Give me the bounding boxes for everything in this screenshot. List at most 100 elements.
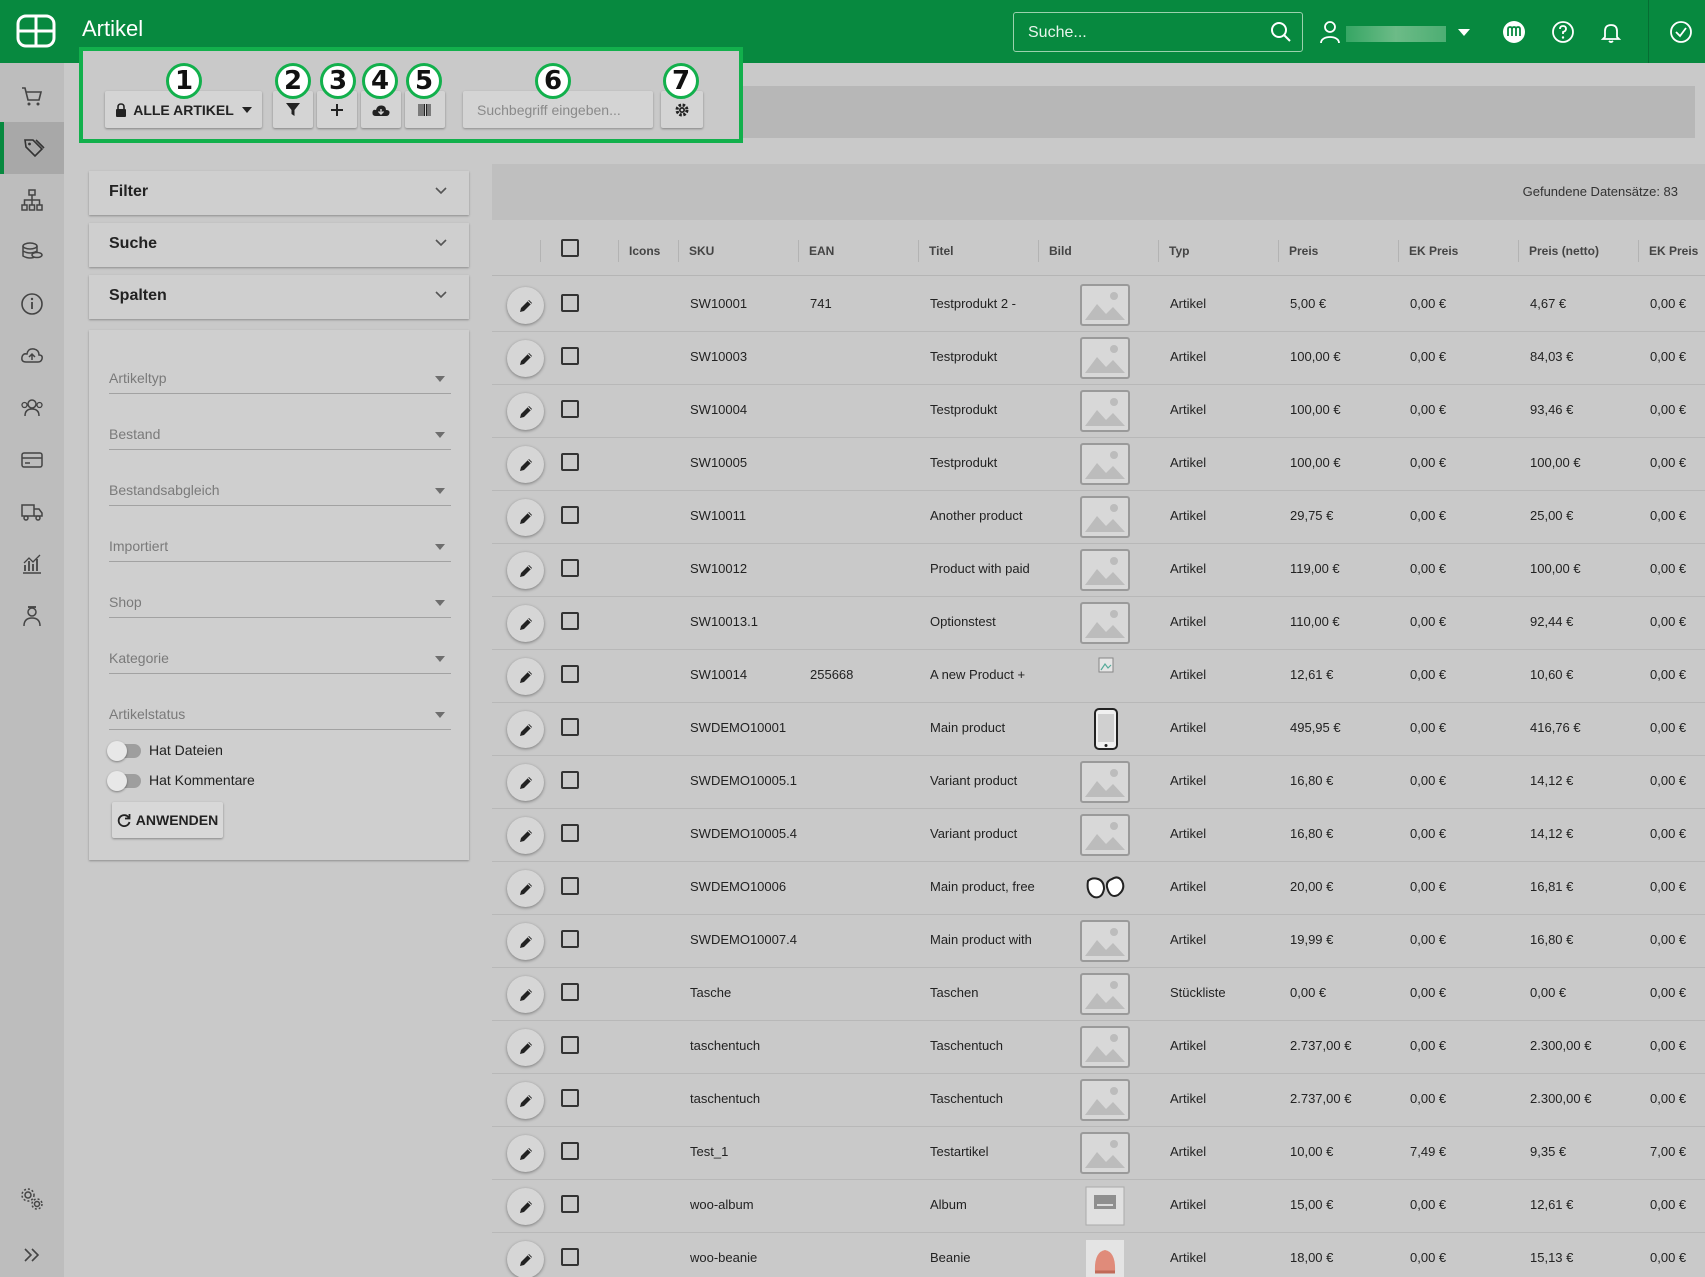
table-row[interactable]: SW10014 255668 A new Product + Artikel 12,61… [492,650,1705,703]
column-header-purchase-price-2[interactable]: EK Preis [1638,240,1705,262]
row-select-checkbox[interactable] [561,718,579,736]
filter-category-select[interactable]: Kategorie [109,644,451,674]
global-search[interactable] [1013,12,1303,52]
column-header-icons[interactable]: Icons [618,240,678,262]
nav-statistics[interactable] [0,538,64,590]
edit-row-button[interactable] [507,393,544,430]
nav-users[interactable] [0,590,64,642]
product-image-thumbnail[interactable] [1080,549,1130,591]
edit-row-button[interactable] [507,1241,544,1277]
column-header-image[interactable]: Bild [1038,240,1158,262]
row-select-checkbox[interactable] [561,1248,579,1266]
product-image-thumbnail[interactable] [1080,814,1130,856]
product-image-thumbnail[interactable] [1080,337,1130,379]
nav-orders[interactable] [0,70,64,122]
product-image-thumbnail[interactable] [1080,973,1130,1015]
row-select-checkbox[interactable] [561,400,579,418]
filter-status-select[interactable]: Artikelstatus [109,700,451,730]
marketplace-icon[interactable] [1502,20,1526,44]
has-files-toggle[interactable] [107,741,141,761]
column-header-title[interactable]: Titel [918,240,1038,262]
table-row[interactable]: SW10004 Testprodukt Artikel 100,00 € 0,00 € 9… [492,385,1705,438]
column-header-type[interactable]: Typ [1158,240,1278,262]
row-select-checkbox[interactable] [561,1142,579,1160]
select-all-checkbox[interactable] [561,239,579,257]
product-image-thumbnail[interactable] [1080,284,1130,326]
nav-shipping[interactable] [0,486,64,538]
table-row[interactable]: woo-beanie Beanie Artikel 18,00 € 0,00 € 15,1… [492,1233,1705,1277]
product-image-thumbnail[interactable] [1080,920,1130,962]
table-row[interactable]: SW10012 Product with paid Artikel 119,00 € 0… [492,544,1705,597]
product-image-thumbnail[interactable] [1080,1185,1130,1227]
column-header-sku[interactable]: SKU [678,240,798,262]
table-row[interactable]: taschentuch Taschentuch Artikel 2.737,00 € 0… [492,1074,1705,1127]
edit-row-button[interactable] [507,499,544,536]
user-icon[interactable] [1319,20,1341,44]
edit-row-button[interactable] [507,605,544,642]
app-logo-icon[interactable] [16,14,56,48]
row-select-checkbox[interactable] [561,453,579,471]
edit-row-button[interactable] [507,446,544,483]
row-select-checkbox[interactable] [561,824,579,842]
row-select-checkbox[interactable] [561,877,579,895]
product-image-thumbnail[interactable] [1080,1238,1130,1277]
row-select-checkbox[interactable] [561,665,579,683]
row-select-checkbox[interactable] [561,559,579,577]
product-image-thumbnail[interactable] [1080,761,1130,803]
edit-row-button[interactable] [507,976,544,1013]
filter-articletype-select[interactable]: Artikeltyp [109,364,451,394]
edit-row-button[interactable] [507,658,544,695]
nav-upload[interactable] [0,330,64,382]
edit-row-button[interactable] [507,1082,544,1119]
nav-articles[interactable] [0,122,64,174]
product-image-thumbnail[interactable] [1080,1132,1130,1174]
row-select-checkbox[interactable] [561,347,579,365]
edit-row-button[interactable] [507,1029,544,1066]
toolbar-search-input[interactable] [477,100,642,120]
edit-row-button[interactable] [507,764,544,801]
edit-row-button[interactable] [507,552,544,589]
product-image-thumbnail[interactable] [1080,496,1130,538]
has-comments-toggle[interactable] [107,771,141,791]
row-select-checkbox[interactable] [561,1195,579,1213]
row-select-checkbox[interactable] [561,983,579,1001]
notifications-bell-icon[interactable] [1599,20,1623,44]
product-image-thumbnail[interactable] [1080,708,1130,750]
nav-customers[interactable] [0,382,64,434]
product-image-thumbnail[interactable] [1080,602,1130,644]
product-image-thumbnail[interactable] [1080,655,1130,697]
table-row[interactable]: SWDEMO10006 Main product, free Artikel 20,0… [492,862,1705,915]
product-image-thumbnail[interactable] [1080,867,1130,909]
nav-expand[interactable] [0,1229,64,1277]
column-header-price[interactable]: Preis [1278,240,1398,262]
column-header-net-price[interactable]: Preis (netto) [1518,240,1638,262]
filter-panel-header[interactable]: Filter [89,171,469,215]
nav-settings[interactable] [0,1173,64,1225]
edit-row-button[interactable] [507,1135,544,1172]
nav-stock[interactable] [0,226,64,278]
table-row[interactable]: SW10001 741 Testprodukt 2 - Artikel 5,00 € 0,… [492,279,1705,332]
row-select-checkbox[interactable] [561,294,579,312]
table-row[interactable]: SWDEMO10005.4 Variant product Artikel 16,80… [492,809,1705,862]
filter-shop-select[interactable]: Shop [109,588,451,618]
product-image-thumbnail[interactable] [1080,390,1130,432]
row-select-checkbox[interactable] [561,771,579,789]
user-name-redacted[interactable] [1346,26,1446,42]
status-check-icon[interactable] [1669,20,1693,44]
table-row[interactable]: taschentuch Taschentuch Artikel 2.737,00 € 0… [492,1021,1705,1074]
nav-payments[interactable] [0,434,64,486]
row-select-checkbox[interactable] [561,1036,579,1054]
edit-row-button[interactable] [507,817,544,854]
column-header-purchase-price[interactable]: EK Preis [1398,240,1518,262]
product-image-thumbnail[interactable] [1080,443,1130,485]
edit-row-button[interactable] [507,711,544,748]
help-icon[interactable] [1551,20,1575,44]
row-select-checkbox[interactable] [561,612,579,630]
edit-row-button[interactable] [507,287,544,324]
nav-info[interactable] [0,278,64,330]
column-header-ean[interactable]: EAN [798,240,918,262]
table-row[interactable]: SW10003 Testprodukt Artikel 100,00 € 0,00 € 8… [492,332,1705,385]
apply-filters-button[interactable]: ANWENDEN [112,802,223,838]
table-row[interactable]: SW10005 Testprodukt Artikel 100,00 € 0,00 € 1… [492,438,1705,491]
product-image-thumbnail[interactable] [1080,1026,1130,1068]
